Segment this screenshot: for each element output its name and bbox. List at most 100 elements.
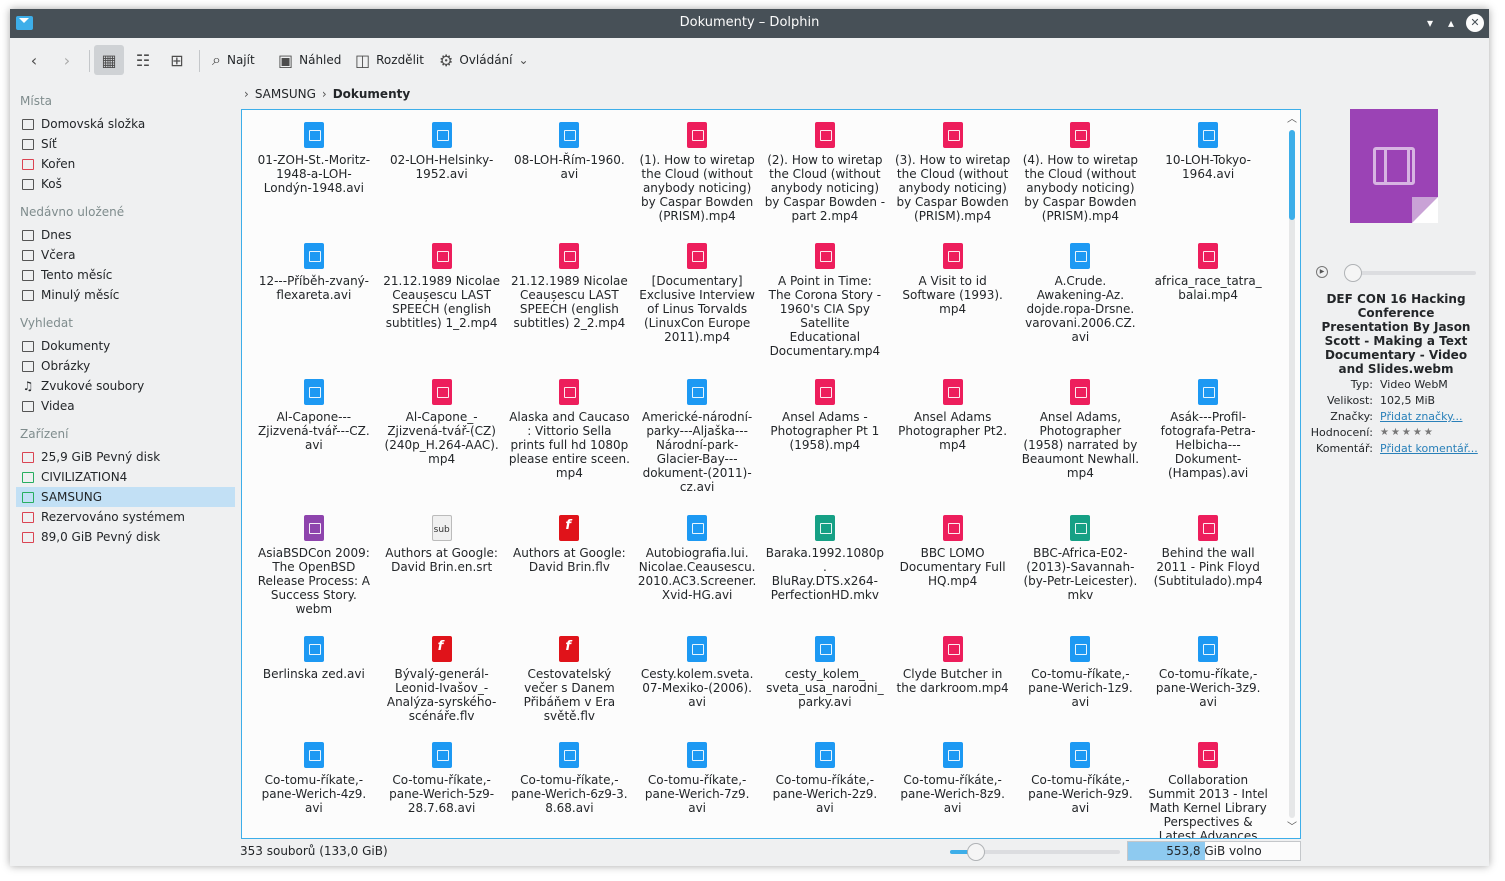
back-button[interactable]: ‹ [19,45,49,75]
zoom-slider-handle[interactable] [967,843,985,861]
sidebar-item-trash[interactable]: Koš [16,174,235,194]
file-item[interactable]: Authors at Google: David Brin.flv [506,513,634,634]
file-item[interactable]: 12---Příběh-zvaný- flexareta.avi [250,241,378,377]
file-item[interactable]: 08-LOH-Řím-1960. avi [506,120,634,241]
file-item[interactable]: [Documentary] Exclusive Interview of Lin… [633,241,761,377]
file-item[interactable]: Al-Capone_- Zjizvená-tvář-(CZ) (240p_H.2… [378,377,506,513]
file-item[interactable]: Co-tomu-říkate,- pane-Werich-5z9- 28.7.6… [378,740,506,838]
split-button[interactable]: ◫ Rozdělit [355,45,424,75]
file-item[interactable]: Co-tomu-říkáte,- pane-Werich-2z9. avi [761,740,889,838]
media-seek-track[interactable] [1346,271,1476,275]
file-item[interactable]: (3). How to wiretap the Cloud (without a… [889,120,1017,241]
add-comment-link[interactable]: Přidat komentář... [1380,441,1480,457]
file-item[interactable]: Bývalý-generál- Leonid-Ivašov_- Analýza-… [378,634,506,740]
file-item[interactable]: Asák---Profil- fotografa-Petra- Helbicha… [1144,377,1272,513]
zoom-slider[interactable] [950,843,1120,861]
file-name: (1). How to wiretap the Cloud (without a… [639,153,755,223]
file-item[interactable]: Behind the wall 2011 - Pink Floyd (Subti… [1144,513,1272,634]
vertical-scrollbar[interactable]: ︿ ﹀ [1286,114,1298,834]
title-bar[interactable]: Dokumenty – Dolphin ▾ ▴ ✕ [10,9,1489,38]
file-item[interactable]: AsiaBSDCon 2009: The OpenBSD Release Pro… [250,513,378,634]
sidebar-item-disk-25[interactable]: 25,9 GiB Pevný disk [16,447,235,467]
sidebar-item-images[interactable]: Obrázky [16,356,235,376]
file-item[interactable]: Co-tomu-říkate,- pane-Werich-7z9. avi [633,740,761,838]
sidebar-item-today[interactable]: Dnes [16,225,235,245]
file-item[interactable]: Al-Capone--- Zjizvená-tvář---CZ. avi [250,377,378,513]
sidebar-item-documents[interactable]: Dokumenty [16,336,235,356]
media-seek-handle[interactable] [1344,264,1362,282]
scroll-thumb[interactable] [1289,130,1295,220]
sidebar-item-last-month[interactable]: Minulý měsíc [16,285,235,305]
file-item[interactable]: Cestovatelský večer s Danem Přibáňem v E… [506,634,634,740]
breadcrumb-current[interactable]: Dokumenty [333,87,410,101]
sidebar-item-system-reserved[interactable]: Rezervováno systémem [16,507,235,527]
close-button[interactable]: ✕ [1466,14,1484,32]
file-view[interactable]: 01-ZOH-St.-Moritz- 1948-a-LOH- Londýn-19… [241,109,1301,839]
file-item[interactable]: (4). How to wiretap the Cloud (without a… [1017,120,1145,241]
icons-view-button[interactable]: ▦ [94,45,124,75]
preview-button[interactable]: ▣ Náhled [278,45,341,75]
file-item[interactable]: (2). How to wiretap the Cloud (without a… [761,120,889,241]
video-file-icon [687,515,708,541]
rating-stars[interactable]: ★★★★★ [1380,425,1480,441]
file-item[interactable]: Berlinska zed.avi [250,634,378,740]
file-item[interactable]: BBC LOMO Documentary Full HQ.mp4 [889,513,1017,634]
control-menu-button[interactable]: ⚙ Ovládání ⌄ [439,45,529,75]
file-item[interactable]: Co-tomu-říkate,- pane-Werich-3z9. avi [1144,634,1272,740]
sidebar-item-label: 25,9 GiB Pevný disk [41,450,161,464]
file-name: [Documentary] Exclusive Interview of Lin… [639,274,755,344]
scroll-track[interactable] [1289,130,1295,818]
sidebar-item-audio[interactable]: ♫ Zvukové soubory [16,376,235,396]
file-item[interactable]: Co-tomu-říkate,- pane-Werich-4z9. avi [250,740,378,838]
file-item[interactable]: Clyde Butcher in the darkroom.mp4 [889,634,1017,740]
file-item[interactable]: A.Crude. Awakening-Az. dojde.ropa-Drsne.… [1017,241,1145,377]
sidebar-item-this-month[interactable]: Tento měsíc [16,265,235,285]
file-item[interactable]: Ansel Adams - Photographer Pt 1 (1958).m… [761,377,889,513]
file-item[interactable]: cesty_kolem_ sveta_usa_narodni_ parky.av… [761,634,889,740]
file-item[interactable]: Co-tomu-říkate,- pane-Werich-1z9. avi [1017,634,1145,740]
forward-button[interactable]: › [52,45,82,75]
find-button[interactable]: ⌕ Najít [212,45,255,75]
sidebar-item-videos[interactable]: Videa [16,396,235,416]
details-view-button[interactable]: ⊞ [162,45,192,75]
file-item[interactable]: Co-tomu-říkate,- pane-Werich-6z9-3. 8.68… [506,740,634,838]
file-item[interactable]: Co-tomu-říkáte,- pane-Werich-9z9. avi [1017,740,1145,838]
file-item[interactable]: Ansel Adams Photographer Pt2. mp4 [889,377,1017,513]
file-item[interactable]: Alaska and Caucaso : Vittorio Sella prin… [506,377,634,513]
file-item[interactable]: 21.12.1989 Nicolae Ceaușescu LAST SPEECH… [378,241,506,377]
file-item[interactable]: Americké-národní- parky---Aljaška--- Nár… [633,377,761,513]
file-item[interactable]: Autobiografia.lui. Nicolae.Ceausescu. 20… [633,513,761,634]
sidebar-item-civilization4[interactable]: CIVILIZATION4 [16,467,235,487]
chevron-down-icon[interactable]: ▾ [1421,14,1439,32]
play-icon[interactable]: ▶ [1316,266,1328,278]
file-item[interactable]: 02-LOH-Helsinky- 1952.avi [378,120,506,241]
sidebar-item-yesterday[interactable]: Včera [16,245,235,265]
file-item[interactable]: Co-tomu-říkáte,- pane-Werich-8z9. avi [889,740,1017,838]
scroll-down-icon[interactable]: ﹀ [1286,822,1298,834]
file-item[interactable]: 21.12.1989 Nicolae Ceaușescu LAST SPEECH… [506,241,634,377]
sidebar-item-root[interactable]: Kořen [16,154,235,174]
compact-view-button[interactable]: ☷ [128,45,158,75]
file-item[interactable]: Collaboration Summit 2013 - Intel Math K… [1144,740,1272,838]
file-name: 21.12.1989 Nicolae Ceaușescu LAST SPEECH… [510,274,628,330]
file-item[interactable]: Baraka.1992.1080p. BluRay.DTS.x264- Perf… [761,513,889,634]
sidebar-item-samsung[interactable]: SAMSUNG [16,487,235,507]
file-item[interactable]: (1). How to wiretap the Cloud (without a… [633,120,761,241]
sidebar-item-home[interactable]: Domovská složka [16,114,235,134]
free-space-indicator[interactable]: 553,8 GiB volno [1127,841,1301,861]
file-item[interactable]: A Visit to id Software (1993). mp4 [889,241,1017,377]
breadcrumb-root[interactable]: SAMSUNG [255,87,316,101]
scroll-up-icon[interactable]: ︿ [1286,114,1298,126]
file-item[interactable]: BBC-Africa-E02- (2013)-Savannah- (by-Pet… [1017,513,1145,634]
file-item[interactable]: Ansel Adams, Photographer (1958) narrate… [1017,377,1145,513]
sidebar-item-network[interactable]: Síť [16,134,235,154]
file-item[interactable]: africa_race_tatra_ balai.mp4 [1144,241,1272,377]
file-item[interactable]: 01-ZOH-St.-Moritz- 1948-a-LOH- Londýn-19… [250,120,378,241]
file-item[interactable]: 10-LOH-Tokyo- 1964.avi [1144,120,1272,241]
add-tags-link[interactable]: Přidat značky... [1380,409,1480,425]
file-item[interactable]: Authors at Google: David Brin.en.srt [378,513,506,634]
sidebar-item-disk-89[interactable]: 89,0 GiB Pevný disk [16,527,235,547]
file-item[interactable]: Cesty.kolem.sveta. 07-Mexiko-(2006). avi [633,634,761,740]
file-item[interactable]: A Point in Time: The Corona Story - 1960… [761,241,889,377]
maximize-button[interactable]: ▴ [1442,14,1460,32]
